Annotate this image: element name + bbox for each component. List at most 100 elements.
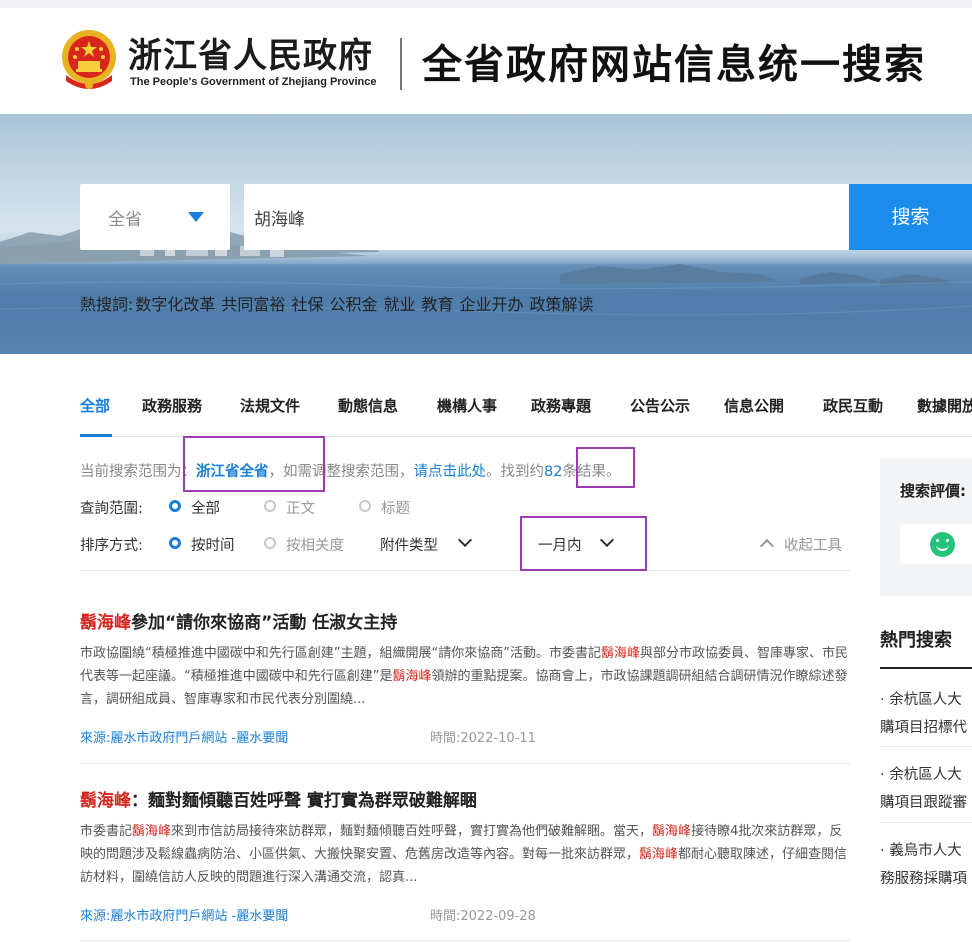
range-filter: 查詢范圍: 全部 正文 标题 xyxy=(80,497,480,517)
result-divider xyxy=(80,763,850,764)
result-count-prefix: 。找到约 xyxy=(486,464,544,480)
sort-label: 排序方式: xyxy=(80,538,143,554)
snippet-highlight: 鬍海峰 xyxy=(652,824,692,839)
filter-divider xyxy=(80,570,850,571)
caret-down-icon xyxy=(188,212,204,222)
snippet-highlight: 鬍海峰 xyxy=(132,824,172,839)
hot-word-link[interactable]: 公积金 xyxy=(329,295,377,314)
scope-select[interactable]: 全省 xyxy=(80,184,230,250)
radio-icon[interactable] xyxy=(264,537,276,549)
hot-search-item-line: · 義烏市人大 xyxy=(880,843,962,859)
tab-regulations[interactable]: 法規文件 xyxy=(240,395,300,416)
annotation-box xyxy=(576,447,635,488)
collapse-tools-button[interactable]: 收起工具 xyxy=(784,534,842,555)
snippet-text: 市委書記 xyxy=(80,824,133,839)
hot-search-divider xyxy=(880,746,972,747)
tab-personnel[interactable]: 機構人事 xyxy=(437,395,497,416)
radio-selected-icon[interactable] xyxy=(169,537,181,549)
hot-word-link[interactable]: 数字化改革 xyxy=(135,295,215,314)
hot-search-item[interactable]: · 余杭區人大 購項目招標代 xyxy=(880,686,967,742)
range-label: 查詢范圍: xyxy=(80,501,143,517)
sort-by-time[interactable]: 按时间 xyxy=(191,534,235,555)
hot-word-link[interactable]: 政策解读 xyxy=(530,295,594,314)
snippet-highlight: 鬍海峰 xyxy=(392,669,432,684)
search-input[interactable] xyxy=(244,184,850,250)
hot-word-link[interactable]: 共同富裕 xyxy=(221,295,285,314)
change-scope-link[interactable]: 请点击此处 xyxy=(414,464,487,480)
national-emblem-icon xyxy=(62,30,116,89)
result-title-highlight: 鬍海峰 xyxy=(80,791,131,811)
radio-selected-icon[interactable] xyxy=(169,500,181,512)
hot-search-item-line: 購項目跟蹤審 xyxy=(880,795,967,811)
hot-word-link[interactable]: 企业开办 xyxy=(460,295,524,314)
tab-news[interactable]: 動態信息 xyxy=(338,395,398,416)
result-title-link[interactable]: 鬍海峰參加“請你來協商”活動 任淑女主持 xyxy=(80,608,397,633)
hot-search-item-line: · 余杭區人大 xyxy=(880,767,962,783)
search-scope-info: 当前搜索范围为：浙江省全省，如需调整搜索范围，请点击此处。找到约82条结果。 xyxy=(80,460,620,481)
range-option-body[interactable]: 正文 xyxy=(286,497,315,518)
hot-search-title: 熱門搜索 xyxy=(880,630,952,651)
tab-interaction[interactable]: 政民互動 xyxy=(823,395,883,416)
hot-search-item-line: 購項目招標代 xyxy=(880,720,967,736)
brand-name-cn: 浙江省人民政府 xyxy=(128,36,373,76)
category-tabs: 全部 政務服務 法規文件 動態信息 機構人事 政務專題 公告公示 信息公開 政民… xyxy=(80,395,972,417)
result-time: 時間:2022-10-11 xyxy=(430,731,536,746)
tab-government-services[interactable]: 政務服務 xyxy=(142,395,202,416)
hot-words-label: 熱搜詞: xyxy=(80,295,134,314)
active-tab-indicator xyxy=(80,434,112,437)
brand-name-en: The People's Government of Zhejiang Prov… xyxy=(130,76,377,88)
annotation-box xyxy=(520,516,647,571)
result-source-link[interactable]: 來源:麗水市政府門戶網站 -麗水要聞 xyxy=(80,727,288,746)
hot-search-underline xyxy=(880,667,972,669)
tab-info-disclosure[interactable]: 信息公開 xyxy=(724,395,784,416)
result-title-text: ：麵對麵傾聽百姓呼聲 實打實為群眾破難解睏 xyxy=(131,791,477,811)
chevron-down-icon xyxy=(457,532,473,548)
result-title-link[interactable]: 鬍海峰：麵對麵傾聽百姓呼聲 實打實為群眾破難解睏 xyxy=(80,786,477,811)
hot-words: 熱搜詞: 数字化改革 共同富裕 社保 公积金 就业 教育 企业开办 政策解读 xyxy=(80,291,600,315)
hot-word-link[interactable]: 教育 xyxy=(421,295,453,314)
result-snippet: 市委書記鬍海峰來到市信訪局接待來訪群眾，麵對麵傾聽百姓呼聲，實打實為他們破難解睏… xyxy=(80,820,852,889)
scope-info-prefix: 当前搜索范围为： xyxy=(80,464,196,480)
hot-search-item[interactable]: · 余杭區人大 購項目跟蹤審 xyxy=(880,761,967,817)
sort-filter: 排序方式: 按时间 按相关度 附件类型 一月内 收起工具 xyxy=(80,532,850,555)
site-header: 浙江省人民政府 The People's Government of Zheji… xyxy=(0,8,972,114)
result-source-link[interactable]: 來源:麗水市政府門戶網站 -麗水要聞 xyxy=(80,905,288,924)
result-divider xyxy=(80,940,850,941)
rating-label: 搜索評價: xyxy=(900,482,966,500)
hot-search-item[interactable]: · 義烏市人大 務服務採購項 xyxy=(880,837,967,893)
rating-satisfied-button[interactable]: 満 xyxy=(900,524,972,564)
snippet-text: 市政協圍繞“積極推進中國碳中和先行區創建”主題，組織開展“請你來協商”活動。市委… xyxy=(80,646,601,661)
result-time: 時間:2022-09-28 xyxy=(430,909,536,924)
result-title-text: 參加“請你來協商”活動 任淑女主持 xyxy=(131,613,398,633)
tab-announcements[interactable]: 公告公示 xyxy=(630,395,690,416)
annotation-box xyxy=(183,436,325,492)
chevron-up-icon xyxy=(759,538,775,554)
tab-all[interactable]: 全部 xyxy=(80,395,110,416)
hot-word-link[interactable]: 社保 xyxy=(291,295,323,314)
scope-select-value: 全省 xyxy=(108,210,142,230)
radio-icon[interactable] xyxy=(359,500,371,512)
radio-icon[interactable] xyxy=(264,500,276,512)
sort-by-relevance[interactable]: 按相关度 xyxy=(286,534,344,555)
hot-search-item-line: 務服務採購項 xyxy=(880,871,967,887)
search-result: 鬍海峰：麵對麵傾聽百姓呼聲 實打實為群眾破難解睏 市委書記鬍海峰來到市信訪局接待… xyxy=(80,786,852,941)
header-divider xyxy=(400,38,402,90)
top-strip xyxy=(0,0,972,8)
result-title-highlight: 鬍海峰 xyxy=(80,613,131,633)
hot-word-link[interactable]: 就业 xyxy=(383,295,415,314)
page-title: 全省政府网站信息统一搜索 xyxy=(422,41,926,88)
range-option-title[interactable]: 标题 xyxy=(381,497,410,518)
result-count: 82 xyxy=(544,464,563,480)
hot-search-item-line: · 余杭區人大 xyxy=(880,692,962,708)
smile-icon xyxy=(930,532,955,557)
search-button[interactable]: 搜索 xyxy=(849,184,972,250)
result-snippet: 市政協圍繞“積極推進中國碳中和先行區創建”主題，組織開展“請你來協商”活動。市委… xyxy=(80,642,852,711)
rating-panel: 搜索評價: 満 xyxy=(880,458,972,596)
range-option-all[interactable]: 全部 xyxy=(191,497,220,518)
snippet-highlight: 鬍海峰 xyxy=(639,847,679,862)
search-result: 鬍海峰參加“請你來協商”活動 任淑女主持 市政協圍繞“積極推進中國碳中和先行區創… xyxy=(80,608,852,764)
tab-open-data[interactable]: 數據開放 xyxy=(917,395,972,416)
tab-special-topics[interactable]: 政務專題 xyxy=(531,395,591,416)
attachment-type-dropdown[interactable]: 附件类型 xyxy=(380,534,438,555)
snippet-text: 來到市信訪局接待來訪群眾，麵對麵傾聽百姓呼聲，實打實為他們破難解睏。當天， xyxy=(171,824,653,839)
